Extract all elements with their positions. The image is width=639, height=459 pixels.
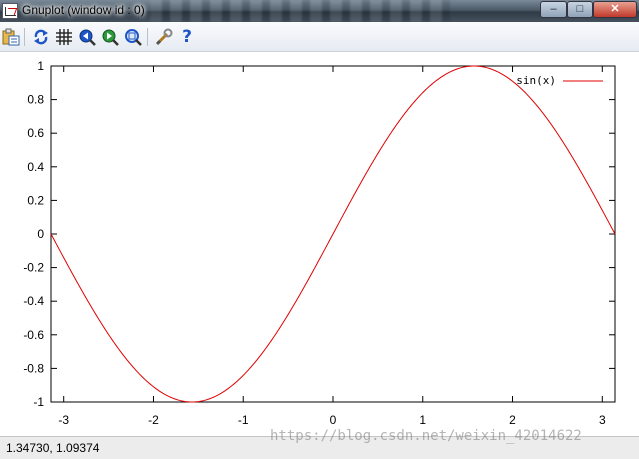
window-title: Gnuplot (window id : 0) xyxy=(22,3,145,17)
y-tick-label: 0.2 xyxy=(27,193,44,207)
blurred-background xyxy=(150,0,450,22)
copy-to-clipboard-icon[interactable] xyxy=(2,28,20,46)
maximize-button[interactable]: □ xyxy=(567,1,593,18)
x-tick-label: -2 xyxy=(148,413,159,427)
y-tick-label: 0 xyxy=(37,227,44,241)
y-tick-label: 1 xyxy=(37,59,44,73)
toolbar: ? xyxy=(0,22,639,52)
watermark: https://blog.csdn.net/weixin_42014622 xyxy=(270,428,582,444)
close-button[interactable]: ✕ xyxy=(593,1,637,18)
next-zoom-icon[interactable] xyxy=(101,28,119,46)
help-glyph: ? xyxy=(182,27,192,47)
options-icon[interactable] xyxy=(155,28,173,46)
autoscale-icon[interactable] xyxy=(124,28,142,46)
series-line-sin xyxy=(50,65,616,403)
cursor-coordinates: 1.34730, 1.09374 xyxy=(6,441,100,455)
y-tick-label: 0.4 xyxy=(27,160,44,174)
y-tick-label: -0.2 xyxy=(23,261,44,275)
x-tick-label: 2 xyxy=(509,413,516,427)
replot-icon[interactable] xyxy=(32,28,50,46)
y-tick-label: -0.4 xyxy=(23,294,44,308)
y-tick-label: 0.8 xyxy=(27,93,44,107)
y-tick-label: 0.6 xyxy=(27,126,44,140)
grid-icon[interactable] xyxy=(55,28,73,46)
y-tick-label: -0.6 xyxy=(23,328,44,342)
x-tick-label: 1 xyxy=(419,413,426,427)
x-tick-label: -1 xyxy=(238,413,249,427)
y-tick-label: -0.8 xyxy=(23,361,44,375)
y-tick-label: -1 xyxy=(33,395,44,409)
sine-chart[interactable]: -3 -2 -1 0 1 2 3 -1 -0.8 -0.6 -0.4 -0.2 0 0.2 0.4 0.6 0.… xyxy=(0,52,639,436)
minimize-button[interactable]: – xyxy=(540,1,567,18)
title-bar[interactable]: Gnuplot (window id : 0) – □ ✕ xyxy=(0,0,639,22)
plot-area[interactable]: -3 -2 -1 0 1 2 3 -1 -0.8 -0.6 -0.4 -0.2 0 0.2 0.4 0.6 0.… xyxy=(0,52,639,436)
legend-label: sin(x) xyxy=(516,74,556,87)
help-icon[interactable]: ? xyxy=(178,27,196,47)
x-tick-label: 3 xyxy=(599,413,606,427)
toolbar-separator xyxy=(147,28,148,46)
previous-zoom-icon[interactable] xyxy=(78,28,96,46)
x-tick-label: 0 xyxy=(330,413,337,427)
toolbar-separator xyxy=(24,28,25,46)
gnuplot-app-icon[interactable] xyxy=(2,3,18,19)
x-tick-label: -3 xyxy=(58,413,69,427)
